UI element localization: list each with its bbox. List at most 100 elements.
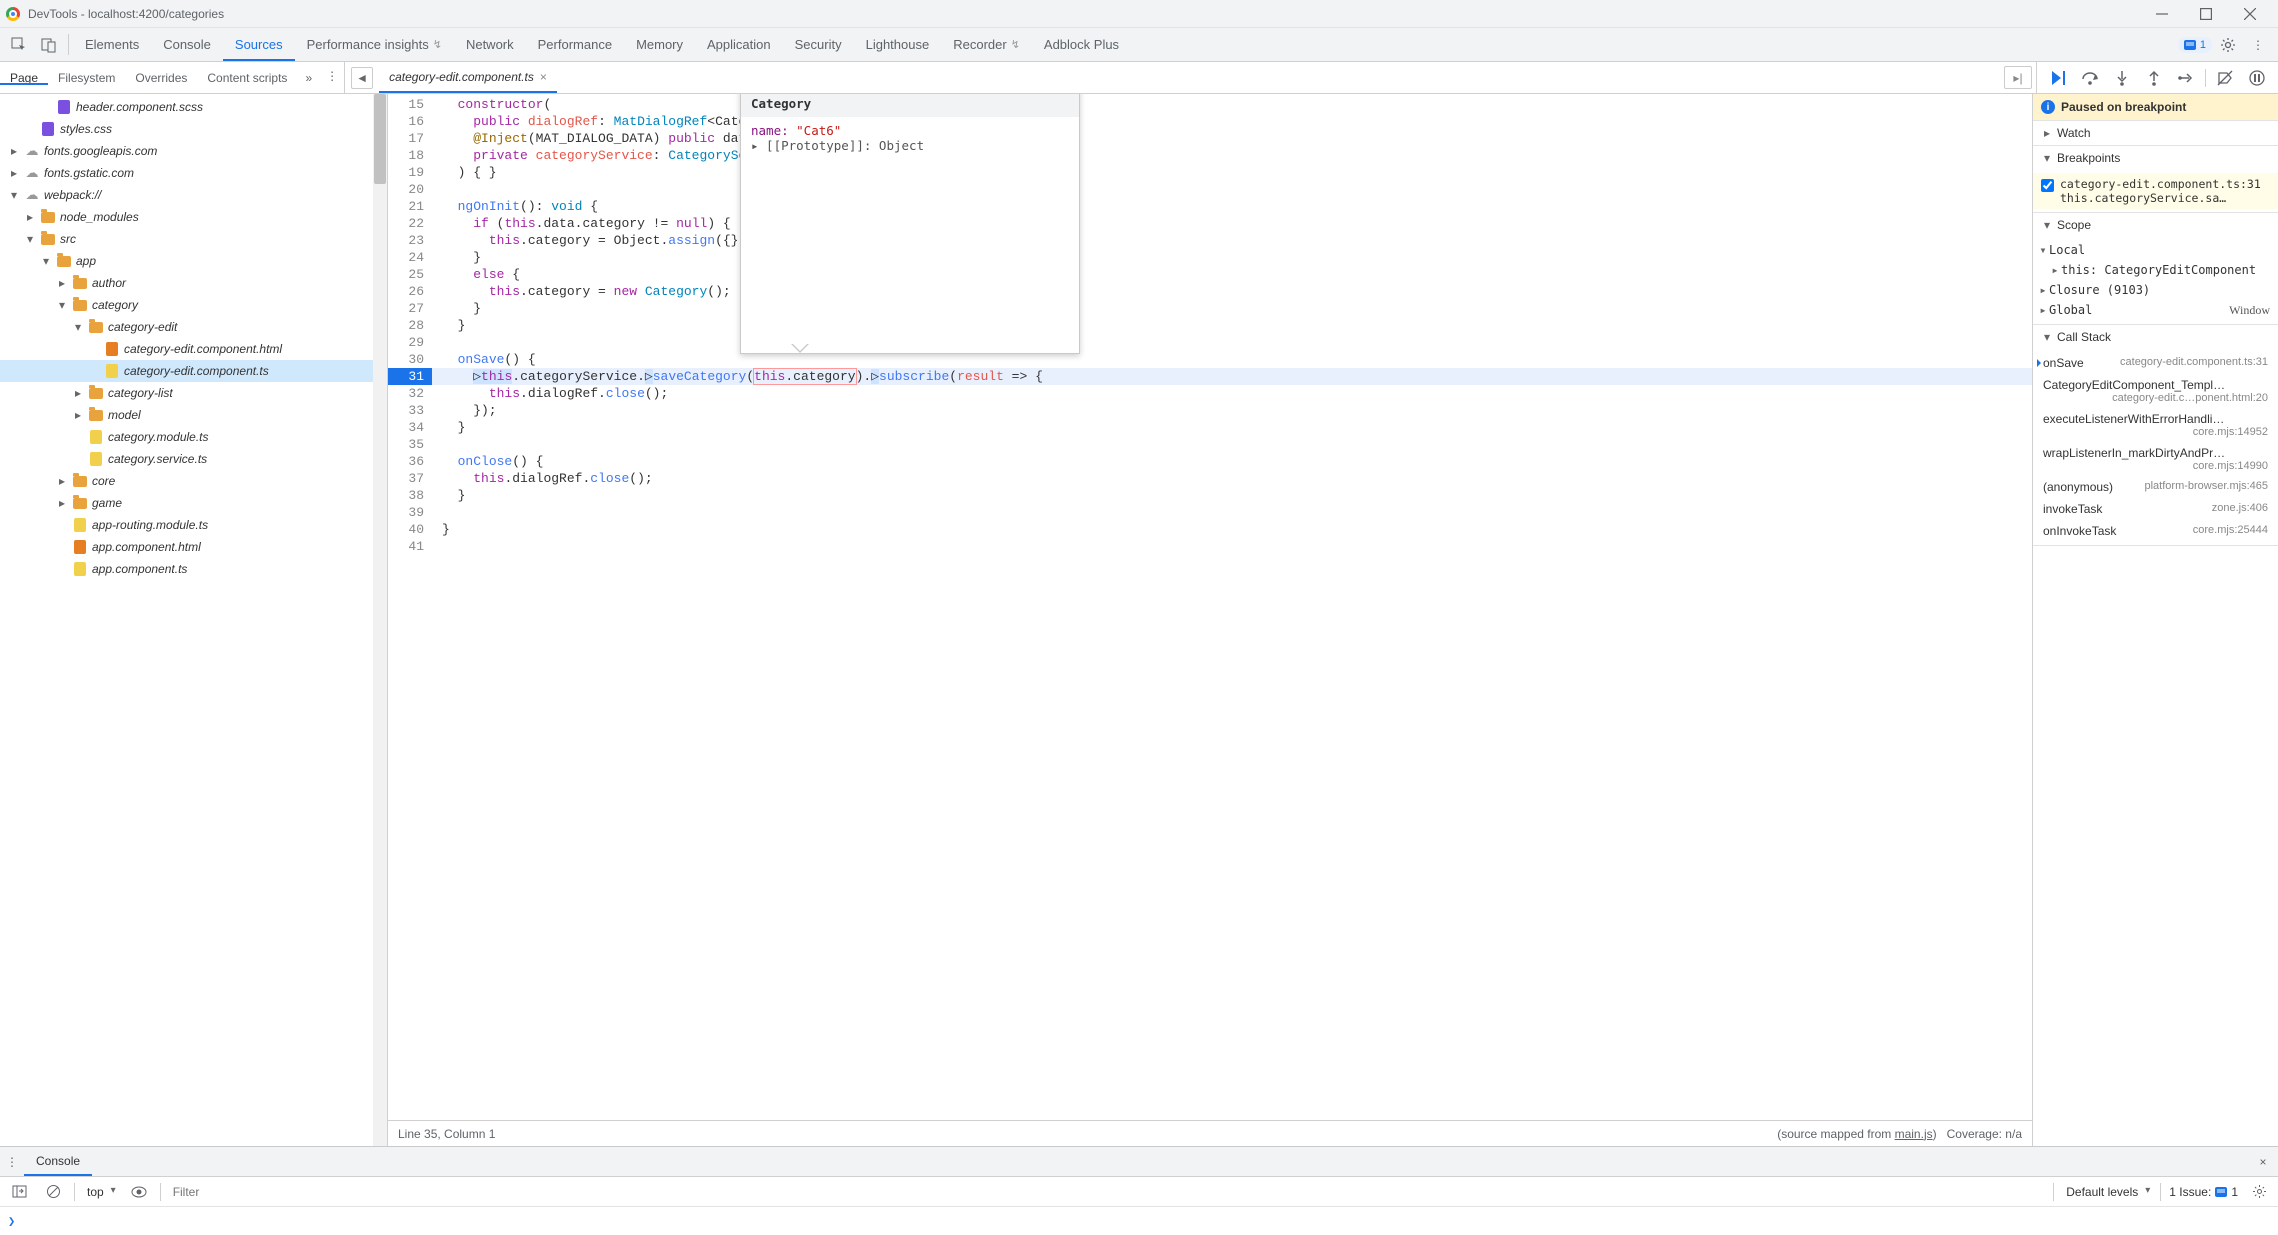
tree-item[interactable]: ▾app [0,250,387,272]
navigator-menu-icon[interactable]: ⋮ [320,62,344,90]
tree-item[interactable]: app.component.ts [0,558,387,580]
close-button[interactable] [2228,0,2272,28]
console-sidebar-toggle[interactable] [6,1179,32,1205]
scope-global[interactable]: ▸GlobalWindow [2033,300,2278,321]
step-over-button[interactable] [2077,65,2103,91]
tree-item[interactable]: header.component.scss [0,96,387,118]
callstack-section[interactable]: ▾Call Stack [2033,325,2278,349]
tree-item[interactable]: category-edit.component.html [0,338,387,360]
stack-frame[interactable]: onSavecategory-edit.component.ts:31 [2033,352,2278,374]
subtab-page[interactable]: Page [0,71,48,85]
context-selector[interactable]: top [83,1181,118,1203]
clear-console-icon[interactable] [40,1179,66,1205]
tab-elements[interactable]: Elements [73,28,151,61]
stack-frame[interactable]: executeListenerWithErrorHandli…core.mjs:… [2033,408,2278,442]
settings-icon[interactable] [2214,31,2242,59]
console-input[interactable]: ❯ [0,1207,2278,1235]
tree-item[interactable]: category.module.ts [0,426,387,448]
tab-console[interactable]: Console [151,28,223,61]
stack-frame[interactable]: wrapListenerIn_markDirtyAndPr…core.mjs:1… [2033,442,2278,476]
scope-closure[interactable]: ▸Closure (9103) [2033,280,2278,300]
folder-icon [72,473,88,489]
tab-performance[interactable]: Performance [526,28,624,61]
line-gutter[interactable]: 1516171819202122232425262728293031323334… [388,94,432,1120]
tree-item[interactable]: ▸category-list [0,382,387,404]
tree-item[interactable]: ▸core [0,470,387,492]
stack-frame[interactable]: onInvokeTaskcore.mjs:25444 [2033,520,2278,542]
tree-item[interactable]: category.service.ts [0,448,387,470]
maximize-button[interactable] [2184,0,2228,28]
live-expression-icon[interactable] [126,1179,152,1205]
tab-recorder[interactable]: Recorder↯ [941,28,1032,61]
stack-frame[interactable]: (anonymous)platform-browser.mjs:465 [2033,476,2278,498]
tree-item[interactable]: ▸author [0,272,387,294]
drawer-menu-icon[interactable]: ⋮ [0,1147,24,1176]
watch-section[interactable]: ▸Watch [2033,121,2278,145]
tab-performance-insights[interactable]: Performance insights↯ [295,28,454,61]
html-icon [104,341,120,357]
tab-application[interactable]: Application [695,28,783,61]
step-out-button[interactable] [2141,65,2167,91]
sourcemap-link[interactable]: main.js [1895,1127,1933,1141]
scope-local[interactable]: ▾Local [2033,240,2278,260]
file-tab[interactable]: category-edit.component.ts × [379,62,557,93]
object-hover-popup[interactable]: Category name: "Cat6" ▸ [[Prototype]]: O… [740,94,1080,354]
tree-item[interactable]: ▾☁webpack:// [0,184,387,206]
tree-item[interactable]: ▸model [0,404,387,426]
tree-item[interactable]: ▸☁fonts.googleapis.com [0,140,387,162]
minimize-button[interactable] [2140,0,2184,28]
tab-memory[interactable]: Memory [624,28,695,61]
stack-frame[interactable]: CategoryEditComponent_Templ…category-edi… [2033,374,2278,408]
tree-item[interactable]: ▸☁fonts.gstatic.com [0,162,387,184]
more-menu-icon[interactable]: ⋮ [2244,31,2272,59]
resume-button[interactable] [2045,65,2071,91]
subtab-filesystem[interactable]: Filesystem [48,71,125,85]
subtab-content-scripts[interactable]: Content scripts [197,71,297,85]
tree-item[interactable]: ▾category [0,294,387,316]
scrollbar-thumb[interactable] [374,94,386,184]
hover-prototype[interactable]: ▸ [[Prototype]]: Object [751,138,1069,153]
tree-item[interactable]: ▾src [0,228,387,250]
code-editor[interactable]: 1516171819202122232425262728293031323334… [388,94,2033,1146]
issues-indicator[interactable]: 1 [2178,37,2212,53]
tree-item[interactable]: ▸node_modules [0,206,387,228]
tree-item[interactable]: ▸game [0,492,387,514]
subtab-overrides[interactable]: Overrides [125,71,197,85]
breakpoint-checkbox[interactable] [2041,179,2054,192]
tree-item[interactable]: app.component.html [0,536,387,558]
deactivate-breakpoints-button[interactable] [2212,65,2238,91]
more-sources-tabs[interactable]: » [297,62,320,93]
tab-security[interactable]: Security [783,28,854,61]
console-settings-icon[interactable] [2246,1179,2272,1205]
close-file-icon[interactable]: × [540,70,547,84]
issues-link[interactable]: 1 Issue: 1 [2169,1185,2238,1199]
scope-this[interactable]: ▸this: CategoryEditComponent [2033,260,2278,280]
stack-frame[interactable]: invokeTaskzone.js:406 [2033,498,2278,520]
run-snippet-button[interactable]: ▸| [2004,66,2032,89]
log-levels-selector[interactable]: Default levels [2062,1181,2152,1203]
close-drawer-icon[interactable]: × [2248,1147,2278,1176]
step-button[interactable] [2173,65,2199,91]
device-toggle-icon[interactable] [34,28,64,61]
inspect-element-icon[interactable] [4,28,34,61]
scope-section[interactable]: ▾Scope [2033,213,2278,237]
tab-lighthouse[interactable]: Lighthouse [854,28,942,61]
tree-item[interactable]: styles.css [0,118,387,140]
tab-adblock-plus[interactable]: Adblock Plus [1032,28,1131,61]
file-navigator[interactable]: header.component.scssstyles.css▸☁fonts.g… [0,94,388,1146]
tree-item[interactable]: app-routing.module.ts [0,514,387,536]
drawer-tab-console[interactable]: Console [24,1147,92,1176]
breakpoints-section[interactable]: ▾Breakpoints [2033,146,2278,170]
nav-back-button[interactable]: ◄ [351,67,373,89]
hover-prop-key: name: [751,123,796,138]
tree-item[interactable]: category-edit.component.ts [0,360,387,382]
console-filter-input[interactable] [169,1181,2046,1203]
scrollbar-track[interactable] [373,94,387,1146]
breakpoint-item[interactable]: category-edit.component.ts:31 this.categ… [2033,173,2278,209]
step-into-button[interactable] [2109,65,2135,91]
tab-sources[interactable]: Sources [223,28,295,61]
tab-network[interactable]: Network [454,28,526,61]
tree-item[interactable]: ▾category-edit [0,316,387,338]
code-lines[interactable]: constructor( public dialogRef: MatDialog… [432,94,2032,1120]
pause-exceptions-button[interactable] [2244,65,2270,91]
